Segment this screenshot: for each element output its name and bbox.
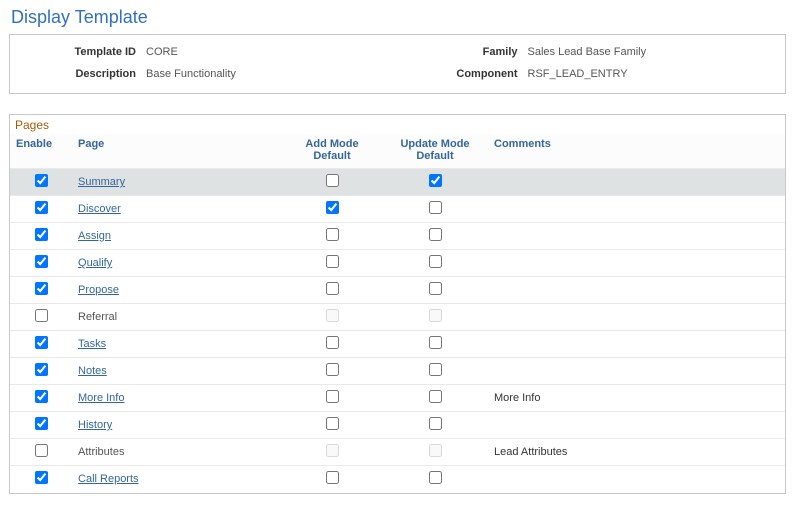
table-row: Attributes Lead Attributes [10, 439, 785, 466]
enable-checkbox[interactable] [35, 336, 48, 349]
comments-cell [488, 169, 785, 196]
family-value: Sales Lead Base Family [528, 46, 647, 58]
enable-checkbox[interactable] [35, 444, 48, 457]
comments-cell: Lead Attributes [488, 439, 785, 466]
table-row: History [10, 412, 785, 439]
page-link[interactable]: Call Reports [78, 473, 139, 485]
enable-checkbox[interactable] [35, 471, 48, 484]
update-default-checkbox[interactable] [429, 228, 442, 241]
enable-checkbox[interactable] [35, 417, 48, 430]
table-row: Tasks [10, 331, 785, 358]
add-default-checkbox[interactable] [326, 282, 339, 295]
add-default-checkbox[interactable] [326, 336, 339, 349]
col-header-comments: Comments [488, 134, 785, 169]
section-title: Pages [10, 115, 785, 134]
update-default-checkbox[interactable] [429, 174, 442, 187]
comments-cell [488, 196, 785, 223]
page-link[interactable]: Assign [78, 230, 111, 242]
col-header-page: Page [72, 134, 282, 169]
update-default-checkbox [429, 309, 442, 322]
add-default-checkbox[interactable] [326, 201, 339, 214]
table-row: Propose [10, 277, 785, 304]
update-default-checkbox[interactable] [429, 336, 442, 349]
update-default-checkbox[interactable] [429, 471, 442, 484]
table-row: Summary [10, 169, 785, 196]
page-link[interactable]: Notes [78, 365, 107, 377]
comments-cell [488, 277, 785, 304]
add-default-checkbox[interactable] [326, 174, 339, 187]
add-default-checkbox[interactable] [326, 390, 339, 403]
pages-table: Enable Page Add Mode Default Update Mode… [10, 134, 785, 493]
enable-checkbox[interactable] [35, 282, 48, 295]
comments-cell [488, 250, 785, 277]
template-id-label: Template ID [20, 46, 146, 58]
table-row: Qualify [10, 250, 785, 277]
update-default-checkbox[interactable] [429, 255, 442, 268]
enable-checkbox[interactable] [35, 174, 48, 187]
table-row: Assign [10, 223, 785, 250]
update-default-checkbox[interactable] [429, 417, 442, 430]
page-link[interactable]: More Info [78, 392, 124, 404]
enable-checkbox[interactable] [35, 309, 48, 322]
col-header-update: Update Mode Default [382, 134, 488, 169]
table-row: Referral [10, 304, 785, 331]
comments-cell: More Info [488, 385, 785, 412]
description-label: Description [20, 68, 146, 80]
component-label: Component [398, 68, 528, 80]
add-default-checkbox[interactable] [326, 228, 339, 241]
add-default-checkbox[interactable] [326, 363, 339, 376]
update-default-checkbox[interactable] [429, 363, 442, 376]
comments-cell [488, 466, 785, 493]
enable-checkbox[interactable] [35, 228, 48, 241]
pages-section: Pages Enable Page Add Mode Default Updat… [9, 114, 786, 494]
add-default-checkbox[interactable] [326, 417, 339, 430]
table-row: More Info More Info [10, 385, 785, 412]
page-link[interactable]: Summary [78, 176, 125, 188]
page-link[interactable]: Qualify [78, 257, 112, 269]
update-default-checkbox[interactable] [429, 390, 442, 403]
enable-checkbox[interactable] [35, 363, 48, 376]
add-default-checkbox [326, 444, 339, 457]
page-link[interactable]: History [78, 419, 112, 431]
table-row: Discover [10, 196, 785, 223]
update-default-checkbox[interactable] [429, 201, 442, 214]
page-text: Referral [78, 311, 117, 323]
description-value: Base Functionality [146, 68, 236, 80]
page-link[interactable]: Discover [78, 203, 121, 215]
template-id-value: CORE [146, 46, 178, 58]
add-default-checkbox [326, 309, 339, 322]
family-label: Family [398, 46, 528, 58]
col-header-add: Add Mode Default [282, 134, 382, 169]
update-default-checkbox[interactable] [429, 282, 442, 295]
col-header-enable: Enable [10, 134, 72, 169]
enable-checkbox[interactable] [35, 201, 48, 214]
add-default-checkbox[interactable] [326, 471, 339, 484]
component-value: RSF_LEAD_ENTRY [528, 68, 628, 80]
page-link[interactable]: Tasks [78, 338, 106, 350]
comments-cell [488, 223, 785, 250]
enable-checkbox[interactable] [35, 255, 48, 268]
comments-cell [488, 331, 785, 358]
table-row: Notes [10, 358, 785, 385]
table-row: Call Reports [10, 466, 785, 493]
template-header-box: Template ID CORE Family Sales Lead Base … [9, 34, 786, 94]
enable-checkbox[interactable] [35, 390, 48, 403]
update-default-checkbox [429, 444, 442, 457]
page-title: Display Template [11, 7, 792, 28]
comments-cell [488, 412, 785, 439]
comments-cell [488, 358, 785, 385]
page-text: Attributes [78, 446, 124, 458]
comments-cell [488, 304, 785, 331]
page-link[interactable]: Propose [78, 284, 119, 296]
add-default-checkbox[interactable] [326, 255, 339, 268]
